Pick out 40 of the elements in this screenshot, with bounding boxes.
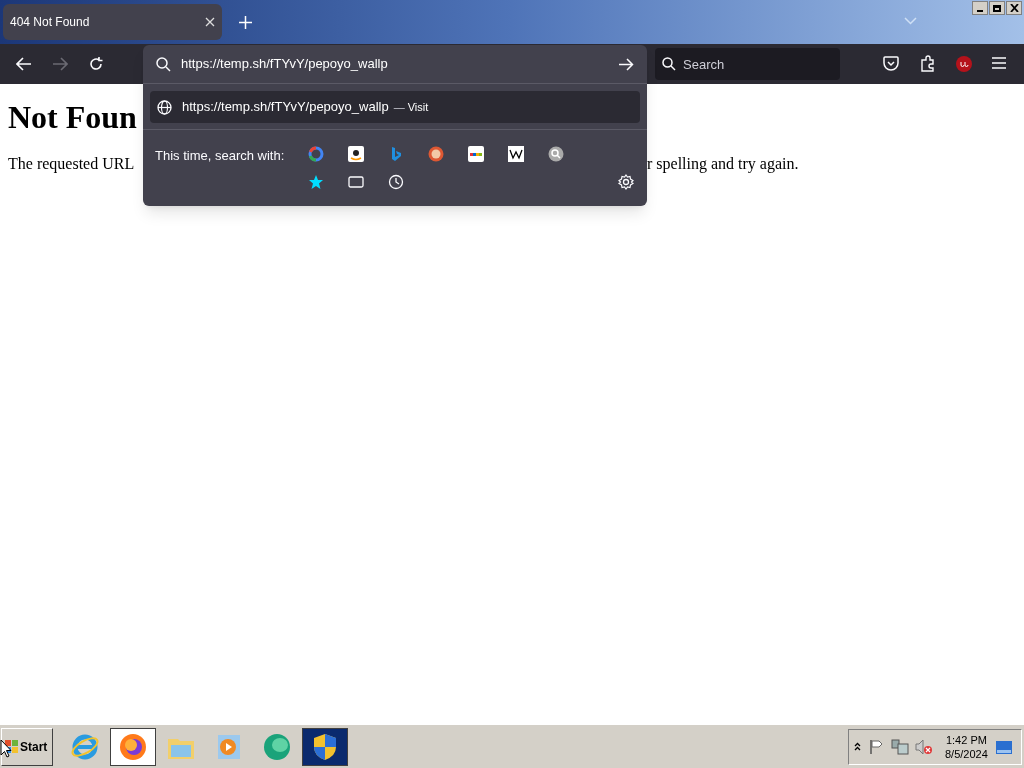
url-suggestion[interactable]: https://temp.sh/fTYvY/pepoyo_wallp — Visit [150,91,640,123]
error-message: The requested URL [8,154,135,175]
close-icon [1009,4,1019,12]
clock-date: 8/5/2024 [945,747,988,761]
chevron-up-icon[interactable] [854,742,861,752]
globe-icon [157,99,172,115]
url-field[interactable]: https://temp.sh/fTYvY/pepoyo_wallp [181,54,619,74]
search-with-label: This time, search with: [155,147,286,165]
flag-icon[interactable] [869,739,885,755]
muted-speaker-icon[interactable] [915,739,933,755]
show-desktop-icon[interactable] [995,740,1012,754]
bookmark-star-icon[interactable] [308,174,324,190]
network-icon[interactable] [891,739,909,755]
history-icon[interactable] [388,174,404,190]
go-arrow-icon[interactable] [619,57,634,71]
tabs-icon[interactable] [348,174,364,190]
back-icon[interactable] [16,57,32,71]
search-icon [662,57,676,71]
taskbar-button[interactable] [110,727,156,766]
menu-icon[interactable] [992,57,1006,69]
forward-icon[interactable] [52,57,68,71]
globe-icon [262,731,292,762]
taskbar-button[interactable] [302,727,348,766]
puzzle-icon[interactable] [920,55,936,72]
browser-tab[interactable]: 404 Not Found [3,4,222,40]
extension-icon[interactable] [955,55,973,73]
reload-icon[interactable] [88,56,104,72]
start-button[interactable]: Start [1,727,53,766]
close-icon[interactable] [205,17,215,27]
search-engine-icon[interactable] [548,146,564,162]
minimize-button[interactable] [972,1,988,15]
error-message: r spelling and try again. [647,154,799,175]
search-field[interactable]: Search [655,48,840,80]
page-heading: Not Foun [8,98,137,137]
clock-time: 1:42 PM [945,733,987,747]
search-icon [156,56,171,72]
new-tab-icon[interactable] [239,15,252,29]
restore-button[interactable] [989,1,1005,15]
close-button[interactable] [1006,1,1022,15]
settings-icon[interactable] [618,174,634,190]
